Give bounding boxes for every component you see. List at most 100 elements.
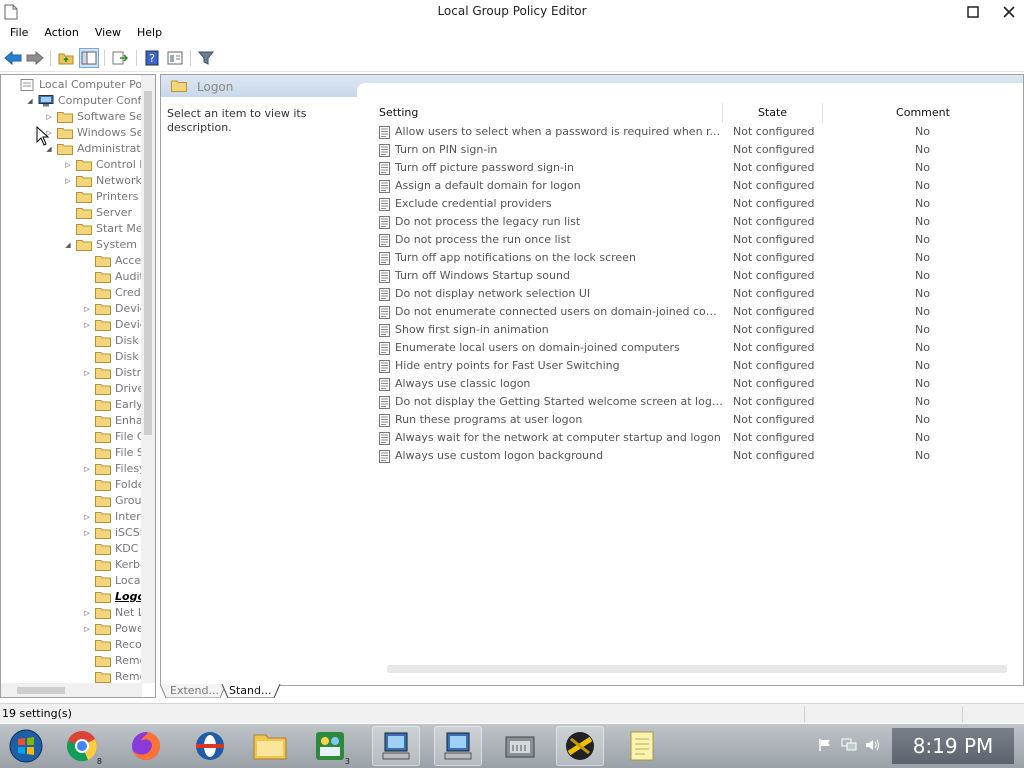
tree-node[interactable]: Printers [1, 189, 142, 205]
expand-arrow-icon[interactable]: ▷ [83, 365, 91, 381]
network-tray-icon[interactable] [840, 736, 858, 754]
expand-arrow-icon[interactable]: ▷ [83, 605, 91, 621]
tree-node[interactable]: Remote [1, 669, 142, 683]
setting-row[interactable]: Turn off Windows Startup sound Not config… [375, 267, 1023, 285]
remote-computer-2-icon[interactable] [434, 726, 482, 766]
device-icon[interactable] [496, 726, 544, 766]
tree-node[interactable]: ▷ Power [1, 621, 142, 637]
tab-standard[interactable]: Stand... [229, 684, 271, 698]
setting-row[interactable]: Do not process the run once list Not conf… [375, 231, 1023, 249]
column-header-state[interactable]: State [723, 103, 823, 123]
back-arrow-icon[interactable] [3, 48, 23, 68]
menu-view[interactable]: View [95, 24, 121, 39]
tree-node[interactable]: ▷ Network [1, 173, 142, 189]
tree-node[interactable]: ▷Windows Setti [1, 125, 142, 141]
chrome-icon[interactable]: 8 [58, 726, 106, 766]
tree-node[interactable]: File Sh [1, 445, 142, 461]
setting-row[interactable]: Turn off picture password sign-in Not con… [375, 159, 1023, 177]
tree-node[interactable]: KDC [1, 541, 142, 557]
start-orb-icon[interactable] [2, 726, 50, 766]
tree-horizontal-scrollbar[interactable] [1, 683, 142, 697]
file-explorer-icon[interactable] [246, 726, 294, 766]
media-icon[interactable] [556, 726, 604, 766]
setting-row[interactable]: Always use classic logon Not configured No [375, 375, 1023, 393]
export-list-icon[interactable] [110, 48, 130, 68]
up-folder-icon[interactable] [56, 48, 76, 68]
tree-node[interactable]: Recove [1, 637, 142, 653]
setting-row[interactable]: Assign a default domain for logon Not con… [375, 177, 1023, 195]
firefox-icon[interactable] [122, 726, 170, 766]
tree-node[interactable]: ▷ iSCSI [1, 525, 142, 541]
setting-row[interactable]: Do not display the Getting Started welco… [375, 393, 1023, 411]
tree-node[interactable]: Audit P [1, 269, 142, 285]
tree-node[interactable]: ▷ Distrib [1, 365, 142, 381]
setting-row[interactable]: Always use custom logon background Not co… [375, 447, 1023, 465]
tree-node[interactable]: Logon [1, 589, 142, 605]
expand-arrow-icon[interactable]: ▷ [83, 509, 91, 525]
setting-row[interactable]: Exclude credential providers Not configur… [375, 195, 1023, 213]
tree-node[interactable]: ▷ Device [1, 317, 142, 333]
column-header-setting[interactable]: Setting [375, 103, 723, 123]
tree-node[interactable]: Disk Q [1, 349, 142, 365]
setting-row[interactable]: Turn off app notifications on the lock s… [375, 249, 1023, 267]
menu-action[interactable]: Action [44, 24, 78, 39]
tree-node[interactable]: Kerbero [1, 557, 142, 573]
tree-node[interactable]: Locale [1, 573, 142, 589]
help-icon[interactable]: ? [142, 48, 162, 68]
tree-node[interactable]: ◢Administrative [1, 141, 142, 157]
setting-row[interactable]: Turn on PIN sign-in Not configured No [375, 141, 1023, 159]
tree-node[interactable]: Driver I [1, 381, 142, 397]
setting-row[interactable]: Allow users to select when a password is… [375, 123, 1023, 141]
setting-row[interactable]: Do not enumerate connected users on doma… [375, 303, 1023, 321]
tree-node[interactable]: ▷ Filesys [1, 461, 142, 477]
tree-node[interactable]: ▷ Software Setti [1, 109, 142, 125]
tree-node[interactable]: ▷ Control Pa [1, 157, 142, 173]
taskbar-clock[interactable]: 8:19 PM [892, 728, 1014, 764]
action-center-flag-icon[interactable] [816, 736, 834, 754]
menu-help[interactable]: Help [137, 24, 162, 39]
tree-node[interactable]: ◢ Computer Configu [1, 93, 142, 109]
tree-node[interactable]: Early La [1, 397, 142, 413]
setting-row[interactable]: Always wait for the network at computer … [375, 429, 1023, 447]
expand-arrow-icon[interactable]: ▷ [83, 317, 91, 333]
tree-node[interactable]: ▷ Net Log [1, 605, 142, 621]
details-horizontal-scrollbar[interactable] [387, 665, 1007, 673]
setting-row[interactable]: Run these programs at user logon Not conf… [375, 411, 1023, 429]
expand-arrow-icon[interactable]: ▷ [45, 109, 53, 125]
tree-node[interactable]: Folder [1, 477, 142, 493]
tree-node[interactable]: ◢ System [1, 237, 142, 253]
column-header-comment[interactable]: Comment [823, 103, 1023, 123]
tree-node[interactable]: Local Computer Polic [1, 77, 142, 93]
opera-icon[interactable] [186, 726, 234, 766]
tree-node[interactable]: File Cla [1, 429, 142, 445]
tree-node[interactable]: Disk N\ [1, 333, 142, 349]
expand-arrow-icon[interactable]: ▷ [83, 301, 91, 317]
forward-arrow-icon[interactable] [25, 48, 45, 68]
tree-node[interactable]: Remote [1, 653, 142, 669]
tree-node[interactable]: Enhanc [1, 413, 142, 429]
tab-extended[interactable]: Extend... [170, 684, 219, 698]
remote-computer-icon[interactable] [372, 726, 420, 766]
tree-node[interactable]: Access [1, 253, 142, 269]
network-people-icon[interactable]: 3 [306, 726, 354, 766]
tree-vertical-scrollbar[interactable] [141, 75, 155, 683]
setting-row[interactable]: Enumerate local users on domain-joined c… [375, 339, 1023, 357]
properties-icon[interactable] [165, 48, 185, 68]
tree-node[interactable]: Group [1, 493, 142, 509]
filter-icon[interactable] [196, 48, 216, 68]
collapse-arrow-icon[interactable]: ◢ [26, 93, 34, 109]
tree-node[interactable]: ▷ Interne [1, 509, 142, 525]
notepad-icon[interactable] [618, 726, 666, 766]
setting-row[interactable]: Do not process the legacy run list Not co… [375, 213, 1023, 231]
expand-arrow-icon[interactable]: ▷ [83, 525, 91, 541]
setting-row[interactable]: Do not display network selection UI Not c… [375, 285, 1023, 303]
tree-node[interactable]: Server [1, 205, 142, 221]
menu-file[interactable]: File [10, 24, 28, 39]
setting-row[interactable]: Hide entry points for Fast User Switchin… [375, 357, 1023, 375]
close-button[interactable] [994, 2, 1024, 22]
volume-icon[interactable] [864, 736, 882, 754]
tree-node[interactable]: Start Menu [1, 221, 142, 237]
expand-arrow-icon[interactable]: ▷ [83, 621, 91, 637]
expand-arrow-icon[interactable]: ▷ [83, 461, 91, 477]
expand-arrow-icon[interactable]: ▷ [64, 157, 72, 173]
